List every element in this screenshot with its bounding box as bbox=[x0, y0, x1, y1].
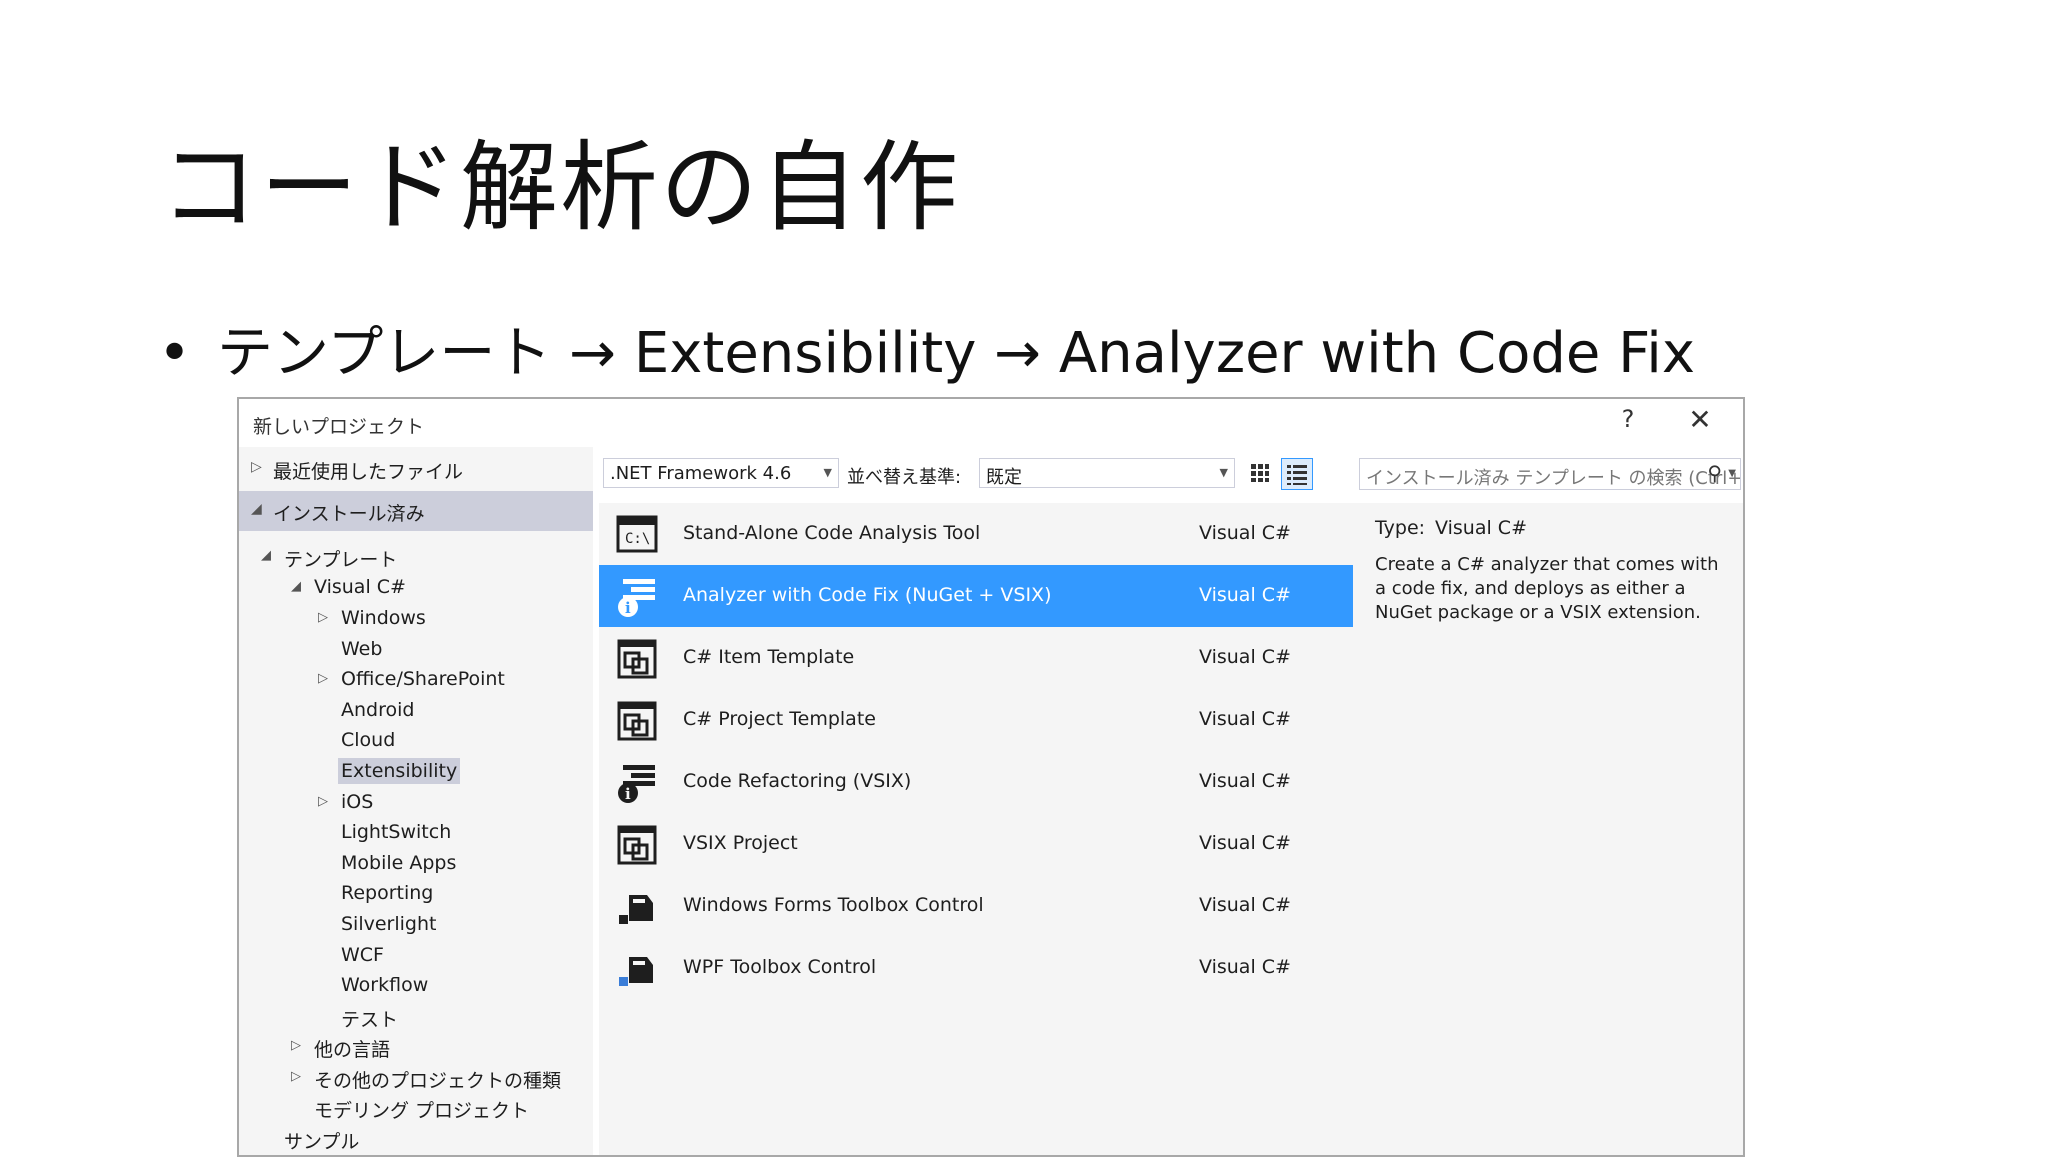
template-row[interactable]: VSIX Project Visual C# bbox=[599, 813, 1353, 875]
template-language: Visual C# bbox=[1199, 956, 1291, 978]
tree-item[interactable]: Web bbox=[338, 636, 385, 666]
expand-icon: ▷ bbox=[318, 671, 328, 687]
template-row[interactable]: i Analyzer with Code Fix (NuGet + VSIX) Vi… bbox=[599, 565, 1353, 627]
slide-bullet: • テンプレート → Extensibility → Analyzer with … bbox=[158, 308, 1695, 389]
new-project-dialog: 新しいプロジェクト ? ✕ ▷ 最近使用したファイル ◢ インストール済み ◢ … bbox=[237, 397, 1745, 1157]
tree-item[interactable]: WCF bbox=[338, 942, 387, 972]
framework-select[interactable]: .NET Framework 4.6 ▼ bbox=[603, 458, 839, 488]
template-toolbar: .NET Framework 4.6 ▼ 並べ替え基準: 既定 ▼ インストール… bbox=[593, 447, 1743, 503]
tree-item[interactable]: Silverlight bbox=[338, 911, 439, 941]
collapse-icon: ◢ bbox=[261, 548, 271, 563]
template-name: C# Item Template bbox=[683, 646, 855, 668]
toolbox-icon bbox=[615, 885, 659, 929]
template-list: C:\ Stand-Alone Code Analysis Tool Visual … bbox=[599, 503, 1353, 1155]
template-row[interactable]: C# Project Template Visual C# bbox=[599, 689, 1353, 751]
template-detail-panel: Type: Visual C# Create a C# analyzer that… bbox=[1353, 503, 1743, 1155]
tree-item[interactable]: ▷ Windows bbox=[318, 605, 429, 635]
template-icon bbox=[615, 699, 659, 743]
svg-text:i: i bbox=[625, 599, 631, 617]
expand-icon: ▷ bbox=[251, 459, 262, 475]
template-name: WPF Toolbox Control bbox=[683, 956, 877, 978]
analyzer-icon: i bbox=[615, 575, 659, 619]
template-row[interactable]: C:\ Stand-Alone Code Analysis Tool Visual … bbox=[599, 503, 1353, 565]
template-name: C# Project Template bbox=[683, 708, 876, 730]
dialog-titlebar: 新しいプロジェクト ? ✕ bbox=[239, 399, 1743, 447]
template-name: Code Refactoring (VSIX) bbox=[683, 770, 912, 792]
template-language: Visual C# bbox=[1199, 832, 1291, 854]
template-search-input[interactable]: インストール済み テンプレート の検索 (Ctrl+E ⚲ ▼ bbox=[1359, 458, 1741, 490]
detail-type: Type: Visual C# bbox=[1375, 517, 1527, 539]
template-row[interactable]: WPF Toolbox Control Visual C# bbox=[599, 937, 1353, 999]
nav-installed[interactable]: ◢ インストール済み bbox=[239, 491, 593, 531]
tree-item[interactable]: テスト bbox=[338, 1003, 401, 1033]
template-row[interactable]: C# Item Template Visual C# bbox=[599, 627, 1353, 689]
template-language: Visual C# bbox=[1199, 894, 1291, 916]
expand-icon: ▷ bbox=[291, 1069, 301, 1084]
template-name: Analyzer with Code Fix (NuGet + VSIX) bbox=[683, 584, 1052, 606]
template-icon bbox=[615, 823, 659, 867]
svg-text:C:\: C:\ bbox=[625, 531, 650, 547]
grid-icon bbox=[1251, 464, 1269, 482]
dialog-title: 新しいプロジェクト bbox=[253, 416, 425, 438]
tree-item[interactable]: LightSwitch bbox=[338, 819, 454, 849]
sort-label: 並べ替え基準: bbox=[847, 467, 962, 488]
tree-item[interactable]: Android bbox=[338, 697, 417, 727]
tree-templates[interactable]: ◢ テンプレート bbox=[261, 543, 400, 573]
list-icon bbox=[1287, 465, 1307, 485]
template-name: Stand-Alone Code Analysis Tool bbox=[683, 522, 981, 544]
tree-item[interactable]: Extensibility bbox=[338, 758, 461, 788]
bullet-dot: • bbox=[158, 321, 192, 386]
wpf-toolbox-icon bbox=[615, 947, 659, 991]
search-icon: ⚲ bbox=[1707, 461, 1722, 485]
tree-item[interactable]: Mobile Apps bbox=[338, 850, 459, 880]
template-row[interactable]: Windows Forms Toolbox Control Visual C# bbox=[599, 875, 1353, 937]
template-icon bbox=[615, 637, 659, 681]
tree-item[interactable]: Cloud bbox=[338, 727, 398, 757]
tree-item[interactable]: ▷ iOS bbox=[318, 789, 376, 819]
tree-item[interactable]: Reporting bbox=[338, 880, 436, 910]
console-icon: C:\ bbox=[615, 513, 659, 557]
expand-icon: ▷ bbox=[291, 1038, 301, 1053]
template-language: Visual C# bbox=[1199, 770, 1291, 792]
tree-samples[interactable]: サンプル bbox=[281, 1125, 362, 1155]
tree-item[interactable]: Workflow bbox=[338, 972, 431, 1002]
list-view-button[interactable] bbox=[1281, 458, 1313, 490]
small-icons-view-button[interactable] bbox=[1245, 458, 1277, 490]
slide-title: コード解析の自作 bbox=[160, 131, 961, 245]
template-language: Visual C# bbox=[1199, 522, 1291, 544]
chevron-down-icon: ▼ bbox=[1219, 466, 1228, 479]
template-row[interactable]: i Code Refactoring (VSIX) Visual C# bbox=[599, 751, 1353, 813]
tree-other-project-types[interactable]: ▷ その他のプロジェクトの種類 bbox=[291, 1064, 564, 1094]
collapse-icon: ◢ bbox=[291, 579, 301, 594]
detail-description: Create a C# analyzer that comes with a c… bbox=[1375, 554, 1719, 623]
tree-modeling-projects[interactable]: モデリング プロジェクト bbox=[311, 1094, 532, 1124]
template-language: Visual C# bbox=[1199, 584, 1291, 606]
sort-select[interactable]: 既定 ▼ bbox=[979, 458, 1235, 488]
expand-icon: ▷ bbox=[318, 610, 328, 625]
template-language: Visual C# bbox=[1199, 646, 1291, 668]
tree-item[interactable]: ▷ Office/SharePoint bbox=[318, 666, 508, 696]
template-language: Visual C# bbox=[1199, 708, 1291, 730]
tree-other-languages[interactable]: ▷ 他の言語 bbox=[291, 1033, 393, 1063]
tree-visual-csharp[interactable]: ◢ Visual C# bbox=[291, 574, 409, 604]
category-panel: ▷ 最近使用したファイル ◢ インストール済み ◢ テンプレート ◢ Visua… bbox=[239, 447, 593, 1155]
chevron-down-icon: ▼ bbox=[1728, 468, 1736, 479]
bullet-text: テンプレート → Extensibility → Analyzer with C… bbox=[217, 321, 1695, 386]
expand-icon: ▷ bbox=[318, 793, 328, 809]
template-name: VSIX Project bbox=[683, 832, 798, 854]
svg-text:i: i bbox=[625, 785, 631, 803]
close-button[interactable]: ✕ bbox=[1685, 403, 1715, 436]
refactoring-icon: i bbox=[615, 761, 659, 805]
help-button[interactable]: ? bbox=[1613, 405, 1643, 433]
nav-recent[interactable]: ▷ 最近使用したファイル bbox=[239, 449, 593, 489]
template-name: Windows Forms Toolbox Control bbox=[683, 894, 984, 916]
chevron-down-icon: ▼ bbox=[823, 466, 832, 479]
collapse-icon: ◢ bbox=[251, 501, 262, 517]
